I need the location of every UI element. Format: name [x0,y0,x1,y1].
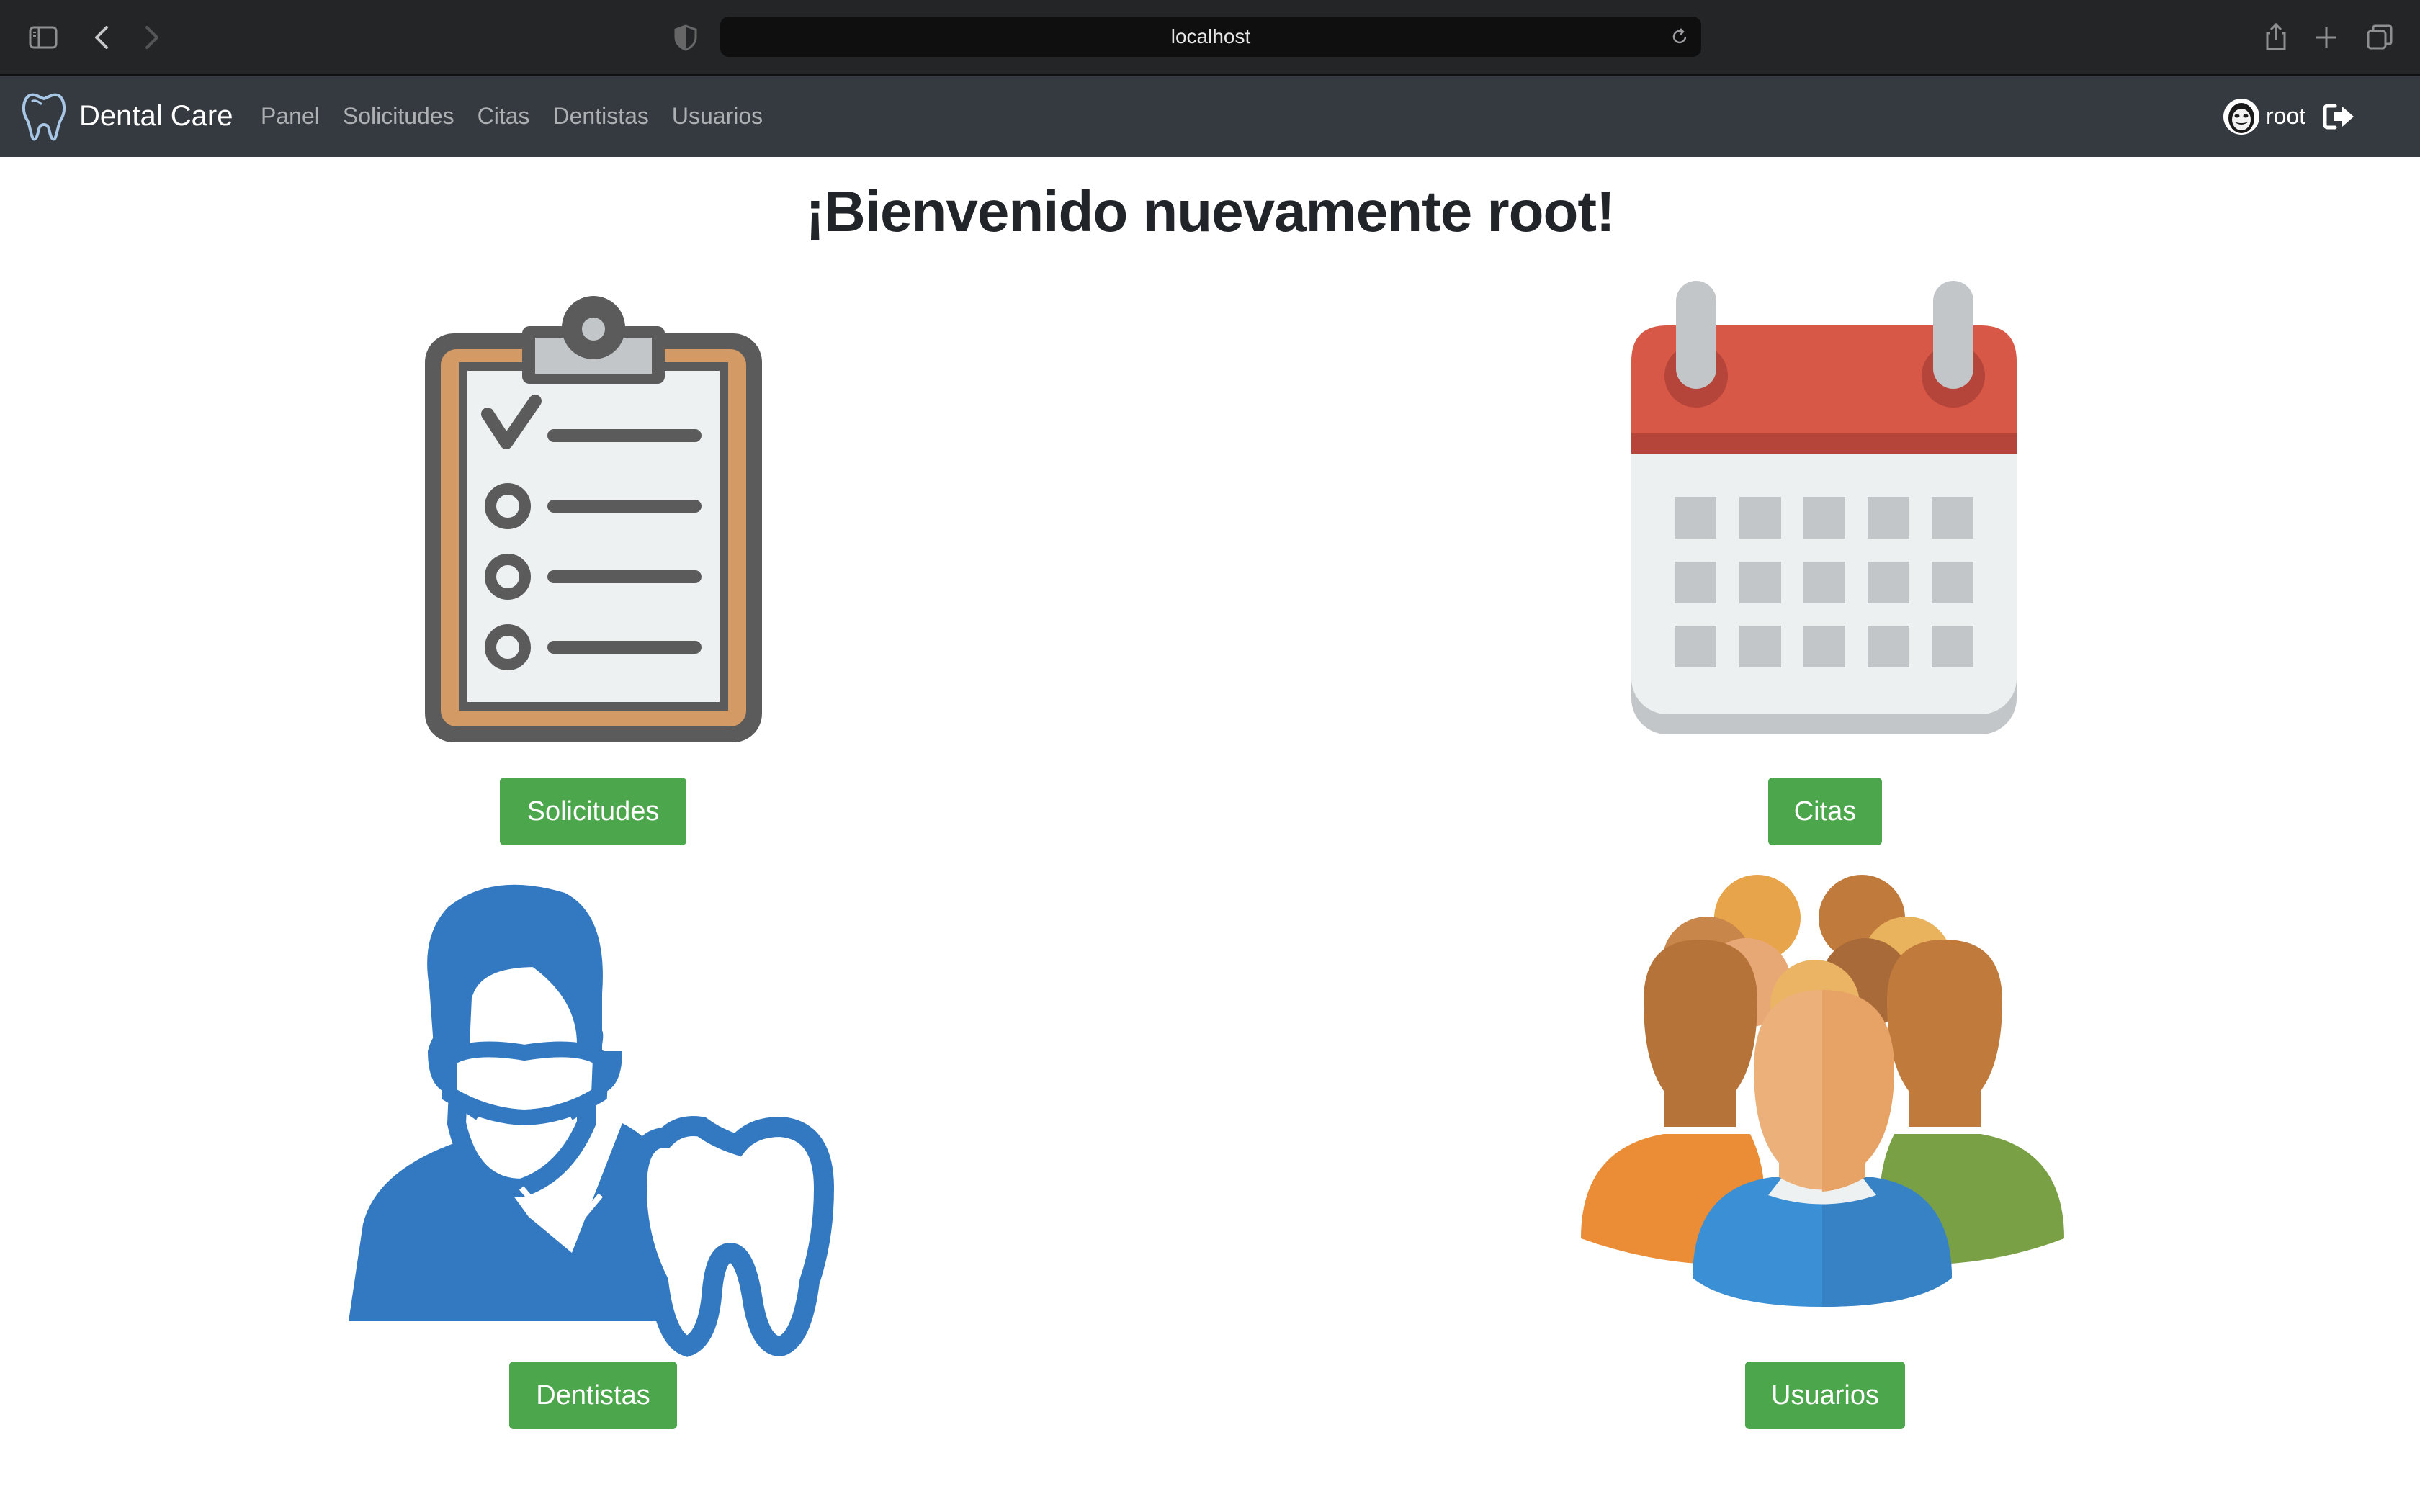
nav-links: Panel Solicitudes Citas Dentistas Usuari… [261,76,786,157]
app-navbar: Dental Care Panel Solicitudes Citas Dent… [0,76,2420,157]
users-group-icon[interactable] [1577,875,2069,1336]
new-tab-icon[interactable] [2311,22,2342,53]
nav-link-citas[interactable]: Citas [478,76,530,157]
avatar[interactable] [2223,98,2260,135]
nav-link-dentistas[interactable]: Dentistas [553,76,649,157]
reload-icon[interactable] [1670,27,1690,47]
share-icon[interactable] [2260,22,2292,53]
shield-icon [674,24,697,51]
solicitudes-button[interactable]: Solicitudes [500,778,686,845]
address-bar[interactable]: localhost [720,17,1701,57]
calendar-icon[interactable] [1628,281,2020,734]
nav-link-panel[interactable]: Panel [261,76,320,157]
browser-toolbar: localhost [0,0,2420,76]
url-text: localhost [1170,25,1251,48]
citas-button[interactable]: Citas [1768,778,1882,845]
nav-link-solicitudes[interactable]: Solicitudes [343,76,454,157]
sign-out-icon[interactable] [2323,103,2355,130]
sidebar-icon[interactable] [27,22,59,53]
brand-name[interactable]: Dental Care [79,76,233,157]
page-title: ¡Bienvenido nuevamente root! [805,179,1615,243]
user-name[interactable]: root [2266,76,2305,157]
usuarios-button[interactable]: Usuarios [1745,1362,1905,1429]
tabs-overview-icon[interactable] [2364,22,2396,53]
dentistas-button[interactable]: Dentistas [509,1362,677,1429]
dentist-tooth-icon[interactable] [349,878,846,1361]
back-icon[interactable] [86,22,118,53]
nav-link-usuarios[interactable]: Usuarios [672,76,763,157]
tooth-icon[interactable] [20,91,68,142]
clipboard-checklist-icon[interactable] [421,292,766,747]
forward-icon[interactable] [135,22,167,53]
